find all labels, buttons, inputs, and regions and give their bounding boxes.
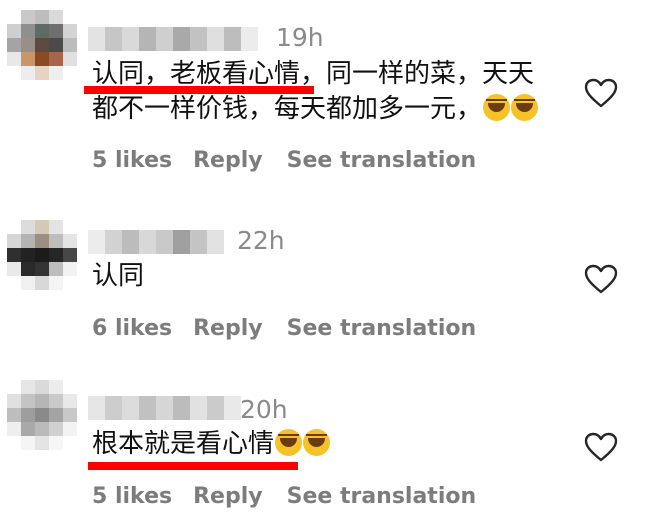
avatar[interactable]: [7, 380, 77, 450]
heart-outline-icon[interactable]: [584, 78, 618, 108]
tears-of-joy-emoji: [275, 429, 303, 456]
comment-text-line-1: 根本就是看心情: [92, 426, 331, 462]
username-blurred[interactable]: [88, 230, 224, 254]
avatar[interactable]: [7, 220, 77, 290]
see-translation-button[interactable]: See translation: [287, 148, 477, 173]
comment-text-line-2: 都不一样价钱，每天都加多一元，: [92, 91, 539, 127]
comment-text-line-1: 认同: [92, 261, 145, 291]
likes-count[interactable]: 5 likes: [92, 484, 172, 509]
username-blurred[interactable]: [88, 27, 258, 51]
tears-of-joy-emoji: [303, 429, 331, 456]
comment-actions: 5 likes Reply See translation: [92, 482, 497, 512]
heart-outline-icon[interactable]: [584, 432, 618, 462]
comment-item: 20h 根本就是看心情 5 likes Reply See translation: [0, 360, 646, 526]
see-translation-button[interactable]: See translation: [287, 484, 477, 509]
reply-button[interactable]: Reply: [193, 316, 263, 341]
tears-of-joy-emoji: [483, 94, 511, 121]
red-underline-mark: [88, 462, 298, 470]
comment-time: 22h: [237, 226, 285, 255]
username-blurred[interactable]: [88, 396, 241, 420]
comment-time: 19h: [276, 23, 324, 52]
reply-button[interactable]: Reply: [193, 484, 263, 509]
likes-count[interactable]: 6 likes: [92, 316, 172, 341]
reply-button[interactable]: Reply: [193, 148, 263, 173]
tears-of-joy-emoji: [511, 94, 539, 121]
heart-outline-icon[interactable]: [584, 264, 618, 294]
comment-actions: 5 likes Reply See translation: [92, 146, 497, 176]
comment-time: 20h: [240, 395, 288, 424]
comment-item: 19h 认同，老板看心情，同一样的菜，天天 都不一样价钱，每天都加多一元， 5 …: [0, 0, 646, 190]
comment-item: 22h 认同 6 likes Reply See translation: [0, 190, 646, 360]
likes-count[interactable]: 5 likes: [92, 148, 172, 173]
comment-actions: 6 likes Reply See translation: [92, 314, 497, 344]
avatar[interactable]: [7, 10, 77, 80]
see-translation-button[interactable]: See translation: [287, 316, 477, 341]
